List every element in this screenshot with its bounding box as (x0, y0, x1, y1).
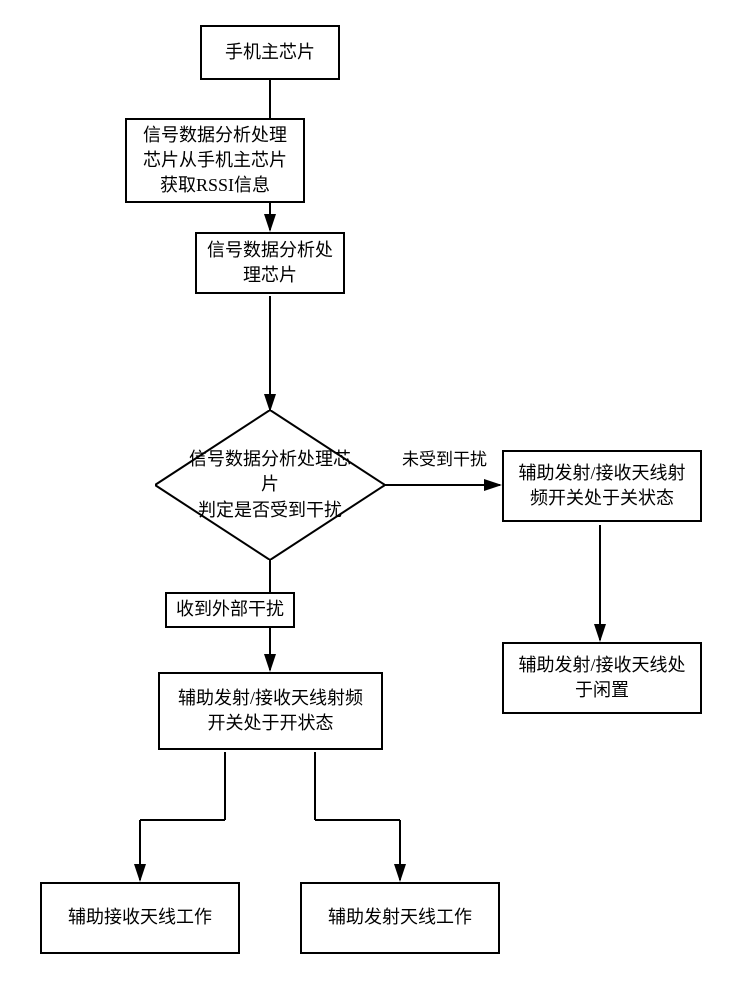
text-switch-on: 辅助发射/接收天线射频 开关处于开状态 (178, 686, 363, 736)
label-rssi: 信号数据分析处理 芯片从手机主芯片 获取RSSI信息 (125, 118, 305, 203)
text-signal-chip: 信号数据分析处 理芯片 (207, 238, 333, 288)
text-antenna-idle: 辅助发射/接收天线处 于闲置 (518, 653, 685, 703)
text-tx-work: 辅助发射天线工作 (328, 905, 472, 930)
node-antenna-idle: 辅助发射/接收天线处 于闲置 (502, 642, 702, 714)
text-rssi: 信号数据分析处理 芯片从手机主芯片 获取RSSI信息 (143, 123, 287, 199)
node-tx-work: 辅助发射天线工作 (300, 882, 500, 954)
text-switch-off: 辅助发射/接收天线射 频开关处于关状态 (518, 461, 685, 511)
text-main-chip: 手机主芯片 (225, 40, 315, 65)
node-switch-on: 辅助发射/接收天线射频 开关处于开状态 (158, 672, 383, 750)
node-switch-off: 辅助发射/接收天线射 频开关处于关状态 (502, 450, 702, 522)
text-interference: 收到外部干扰 (176, 597, 284, 622)
node-rx-work: 辅助接收天线工作 (40, 882, 240, 954)
label-no-interference: 未受到干扰 (400, 445, 489, 470)
text-decision: 信号数据分析处理芯片 判定是否受到干扰 (185, 447, 355, 523)
node-signal-chip: 信号数据分析处 理芯片 (195, 232, 345, 294)
node-main-chip: 手机主芯片 (200, 25, 340, 80)
node-decision: 信号数据分析处理芯片 判定是否受到干扰 (155, 410, 385, 560)
label-interference: 收到外部干扰 (165, 592, 295, 628)
text-rx-work: 辅助接收天线工作 (68, 905, 212, 930)
